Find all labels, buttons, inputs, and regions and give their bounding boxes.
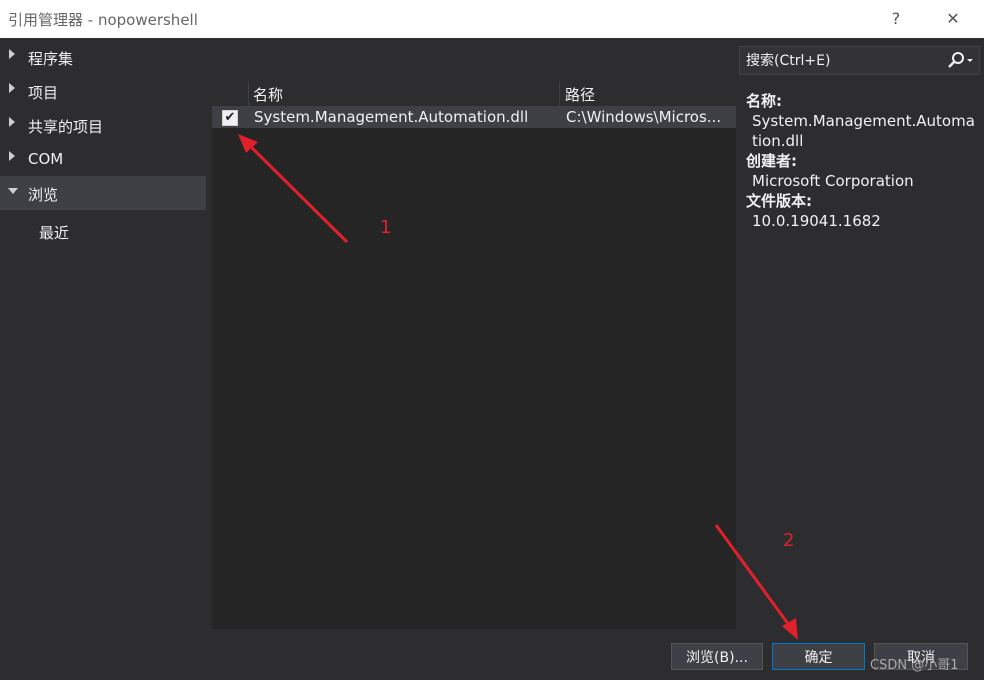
search-input[interactable] [744, 50, 938, 72]
sidebar-item-label: 项目 [28, 84, 59, 102]
check-icon: ✔ [224, 110, 236, 125]
browse-button[interactable]: 浏览(B)... [671, 643, 763, 670]
chevron-right-icon [9, 151, 15, 161]
detail-version-label: 文件版本: [746, 192, 812, 210]
sidebar-item-label: COM [28, 150, 64, 168]
close-button[interactable]: ✕ [938, 6, 968, 32]
row-name: System.Management.Automation.dll [254, 108, 529, 126]
chevron-right-icon [9, 83, 15, 93]
sidebar-item-assemblies[interactable]: 程序集 [0, 40, 206, 74]
reference-list: 名称 路径 ✔ System.Management.Automation.dll… [212, 81, 736, 629]
chevron-right-icon [9, 117, 15, 127]
watermark: CSDN @小哥1 [870, 658, 959, 673]
annotation-label-1: 1 [380, 217, 392, 238]
reference-checkbox[interactable]: ✔ [222, 110, 238, 126]
detail-creator-value: Microsoft Corporation [752, 172, 914, 190]
sidebar: 程序集 项目 共享的项目 COM 浏览 最近 [0, 38, 208, 632]
annotation-label-2: 2 [783, 530, 795, 551]
help-button[interactable]: ? [881, 6, 911, 32]
details-panel: 名称: System.Management.Automation.dll 创建者… [746, 91, 978, 231]
column-divider[interactable] [559, 81, 560, 106]
sidebar-item-label: 浏览 [28, 186, 59, 204]
search-button[interactable] [943, 50, 977, 72]
sidebar-item-projects[interactable]: 项目 [0, 74, 206, 108]
window-title: 引用管理器 - nopowershell [8, 11, 198, 29]
column-divider[interactable] [248, 81, 249, 106]
ok-button[interactable]: 确定 [772, 643, 865, 670]
sidebar-item-label: 程序集 [28, 50, 74, 68]
detail-creator-label: 创建者: [746, 152, 797, 170]
search-box [739, 46, 980, 75]
chevron-right-icon [9, 49, 15, 59]
sidebar-item-browse[interactable]: 浏览 [0, 176, 206, 210]
search-icon [948, 52, 973, 68]
column-header-name[interactable]: 名称 [253, 84, 283, 105]
row-path: C:\Windows\Micros... [566, 108, 722, 126]
title-bar: 引用管理器 - nopowershell ? ✕ [0, 0, 984, 38]
column-header-path[interactable]: 路径 [565, 84, 595, 105]
sidebar-subitem-recent[interactable]: 最近 [39, 222, 69, 243]
list-header: 名称 路径 [212, 81, 736, 106]
sidebar-item-label: 共享的项目 [28, 118, 104, 136]
table-row[interactable]: ✔ System.Management.Automation.dll C:\Wi… [212, 106, 736, 128]
sidebar-item-shared-projects[interactable]: 共享的项目 [0, 108, 206, 142]
chevron-down-icon [8, 188, 18, 194]
detail-name-label: 名称: [746, 92, 782, 110]
sidebar-item-com[interactable]: COM [0, 142, 206, 176]
detail-version-value: 10.0.19041.1682 [752, 212, 881, 230]
detail-name-value: System.Management.Automation.dll [752, 112, 975, 150]
